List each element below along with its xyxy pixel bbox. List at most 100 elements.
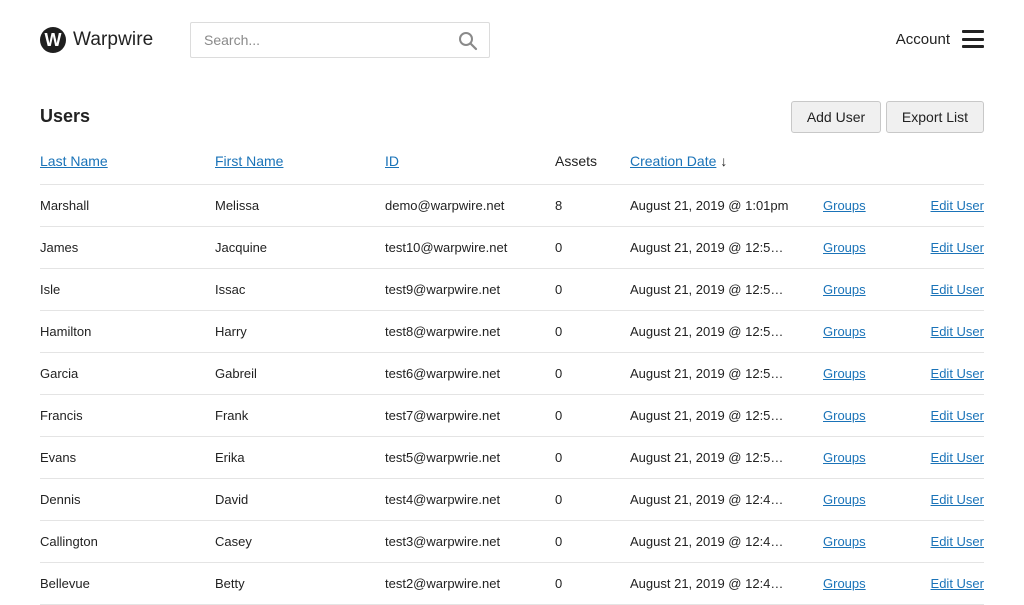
cell-id: test9@warpwire.net xyxy=(385,268,555,311)
account-menu[interactable]: Account xyxy=(896,30,984,48)
edit-user-link-cell: Edit User xyxy=(918,268,984,311)
cell-first-name: Issac xyxy=(215,268,385,311)
cell-last-name: Evans xyxy=(40,436,215,479)
groups-link[interactable]: Groups xyxy=(823,324,866,339)
groups-link[interactable]: Groups xyxy=(823,198,866,213)
edit-user-link-cell: Edit User xyxy=(918,478,984,521)
cell-last-name: Francis xyxy=(40,394,215,437)
brand-name: Warpwire xyxy=(73,29,154,50)
header-first-name[interactable]: First Name xyxy=(215,138,385,185)
warpwire-logo-icon: W xyxy=(40,27,66,53)
edit-user-link[interactable]: Edit User xyxy=(931,282,984,297)
edit-user-link-cell: Edit User xyxy=(918,520,984,563)
header-creation-date[interactable]: Creation Date ↓ xyxy=(630,138,823,185)
cell-id: test4@warpwire.net xyxy=(385,478,555,521)
edit-user-link[interactable]: Edit User xyxy=(931,492,984,507)
table-row: Bellevue Betty test2@warpwire.net 0 August 2… xyxy=(40,562,984,605)
groups-link[interactable]: Groups xyxy=(823,576,866,591)
header-edit xyxy=(918,138,984,185)
groups-link[interactable]: Groups xyxy=(823,408,866,423)
groups-link-cell: Groups xyxy=(823,478,918,521)
edit-user-link[interactable]: Edit User xyxy=(931,450,984,465)
groups-link[interactable]: Groups xyxy=(823,492,866,507)
cell-assets: 8 xyxy=(555,184,630,227)
edit-user-link[interactable]: Edit User xyxy=(931,534,984,549)
cell-last-name: Isle xyxy=(40,268,215,311)
edit-user-link[interactable]: Edit User xyxy=(931,198,984,213)
table-row: Garcia Gabreil test6@warpwire.net 0 August 2… xyxy=(40,352,984,395)
cell-assets: 0 xyxy=(555,562,630,605)
sort-id-link[interactable]: ID xyxy=(385,153,399,169)
sort-last-name-link[interactable]: Last Name xyxy=(40,153,108,169)
table-row: Marshall Melissa demo@warpwire.net 8 August … xyxy=(40,184,984,227)
cell-id: test8@warpwire.net xyxy=(385,310,555,353)
cell-last-name: Bellevue xyxy=(40,562,215,605)
cell-id: test3@warpwire.net xyxy=(385,520,555,563)
edit-user-link[interactable]: Edit User xyxy=(931,408,984,423)
cell-assets: 0 xyxy=(555,352,630,395)
cell-creation-date: August 21, 2019 @ 12:5… xyxy=(630,436,823,479)
groups-link[interactable]: Groups xyxy=(823,240,866,255)
edit-user-link[interactable]: Edit User xyxy=(931,324,984,339)
cell-creation-date: August 21, 2019 @ 12:4… xyxy=(630,520,823,563)
groups-link[interactable]: Groups xyxy=(823,450,866,465)
cell-assets: 0 xyxy=(555,226,630,269)
cell-creation-date: August 21, 2019 @ 12:5… xyxy=(630,268,823,311)
table-row: Francis Frank test7@warpwire.net 0 August 21… xyxy=(40,394,984,437)
edit-user-link[interactable]: Edit User xyxy=(931,366,984,381)
groups-link-cell: Groups xyxy=(823,520,918,563)
header-id[interactable]: ID xyxy=(385,138,555,185)
groups-link-cell: Groups xyxy=(823,436,918,479)
edit-user-link-cell: Edit User xyxy=(918,394,984,437)
edit-user-link[interactable]: Edit User xyxy=(931,576,984,591)
search-icon[interactable] xyxy=(458,31,478,51)
cell-creation-date: August 21, 2019 @ 12:4… xyxy=(630,478,823,521)
cell-creation-date: August 21, 2019 @ 1:01pm xyxy=(630,184,823,227)
users-table: Last Name First Name ID Assets Creation … xyxy=(40,138,984,605)
cell-last-name: Garcia xyxy=(40,352,215,395)
account-label[interactable]: Account xyxy=(896,31,950,48)
cell-id: test6@warpwire.net xyxy=(385,352,555,395)
cell-id: test5@warpwrie.net xyxy=(385,436,555,479)
cell-assets: 0 xyxy=(555,268,630,311)
table-row: Dennis David test4@warpwire.net 0 August 21,… xyxy=(40,478,984,521)
cell-first-name: Melissa xyxy=(215,184,385,227)
edit-user-link[interactable]: Edit User xyxy=(931,240,984,255)
cell-first-name: Gabreil xyxy=(215,352,385,395)
header-groups xyxy=(823,138,918,185)
cell-creation-date: August 21, 2019 @ 12:4… xyxy=(630,562,823,605)
cell-creation-date: August 21, 2019 @ 12:5… xyxy=(630,226,823,269)
groups-link[interactable]: Groups xyxy=(823,366,866,381)
export-list-button[interactable]: Export List xyxy=(886,101,984,133)
edit-user-link-cell: Edit User xyxy=(918,310,984,353)
edit-user-link-cell: Edit User xyxy=(918,562,984,605)
cell-id: demo@warpwire.net xyxy=(385,184,555,227)
groups-link[interactable]: Groups xyxy=(823,282,866,297)
edit-user-link-cell: Edit User xyxy=(918,184,984,227)
header-assets: Assets xyxy=(555,138,630,185)
cell-creation-date: August 21, 2019 @ 12:5… xyxy=(630,310,823,353)
table-header-row: Last Name First Name ID Assets Creation … xyxy=(40,138,984,185)
sort-descending-icon: ↓ xyxy=(720,152,728,169)
cell-id: test7@warpwire.net xyxy=(385,394,555,437)
cell-first-name: David xyxy=(215,478,385,521)
cell-creation-date: August 21, 2019 @ 12:5… xyxy=(630,352,823,395)
cell-last-name: Dennis xyxy=(40,478,215,521)
add-user-button[interactable]: Add User xyxy=(791,101,881,133)
sort-creation-date-link[interactable]: Creation Date xyxy=(630,153,716,169)
hamburger-menu-icon[interactable] xyxy=(962,30,984,48)
groups-link[interactable]: Groups xyxy=(823,534,866,549)
groups-link-cell: Groups xyxy=(823,562,918,605)
cell-first-name: Frank xyxy=(215,394,385,437)
cell-first-name: Erika xyxy=(215,436,385,479)
search-input[interactable] xyxy=(191,23,451,57)
page-title: Users xyxy=(40,106,91,126)
table-row: Evans Erika test5@warpwrie.net 0 August 21, … xyxy=(40,436,984,479)
sort-first-name-link[interactable]: First Name xyxy=(215,153,283,169)
groups-link-cell: Groups xyxy=(823,352,918,395)
brand-logo[interactable]: W Warpwire xyxy=(40,27,153,53)
header-last-name[interactable]: Last Name xyxy=(40,138,215,185)
cell-id: test10@warpwire.net xyxy=(385,226,555,269)
top-header: W Warpwire Account xyxy=(0,0,1024,80)
cell-assets: 0 xyxy=(555,520,630,563)
